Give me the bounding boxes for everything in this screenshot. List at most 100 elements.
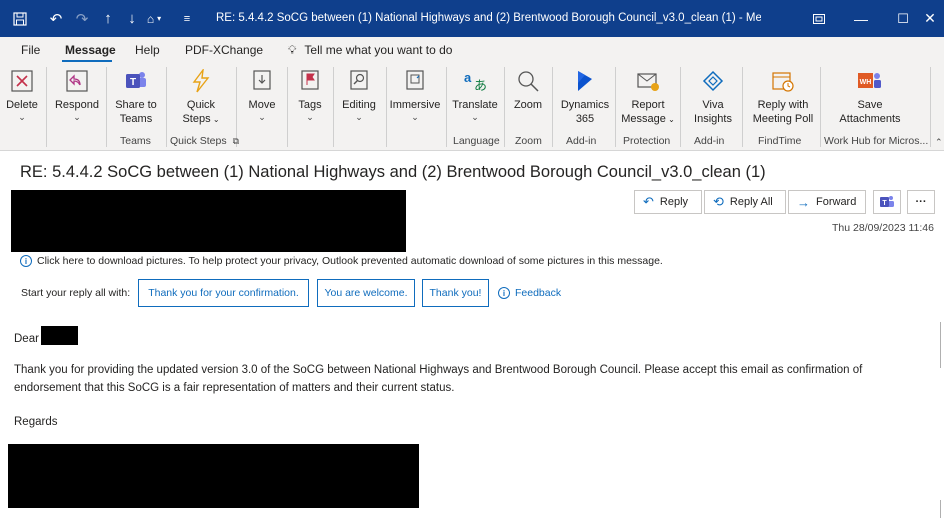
divider [446,67,447,147]
delete-button[interactable]: Delete ⌄ [4,65,40,135]
respond-icon [64,68,90,94]
move-label: Move [248,99,276,111]
chevron-down-icon: ⌄ [18,112,26,122]
tab-help[interactable]: Help [135,43,160,57]
divider [46,67,47,147]
respond-button[interactable]: Respond ⌄ [55,65,99,135]
teams-icon: T [123,68,149,94]
quick-steps-button[interactable]: Quick Steps ⌄ [180,65,222,135]
dynamics-365-button[interactable]: Dynamics 365 [560,65,610,135]
dialog-launcher-icon[interactable]: ⧉ [233,136,239,146]
reply-button[interactable]: ↶ Reply [634,190,702,214]
immersive-button[interactable]: Immersive ⌄ [390,65,440,135]
chevron-down-icon: ⌄ [471,112,479,122]
tab-message[interactable]: Message [65,43,116,57]
undo-icon[interactable]: ↶ [44,0,68,37]
close-button[interactable]: ✕ [916,0,944,37]
suggested-replies-label: Start your reply all with: [21,287,131,299]
feedback-link[interactable]: i Feedback [498,287,561,299]
group-label-zoom: Zoom [515,135,542,147]
zoom-icon [515,68,541,94]
ribbon-display-options-icon[interactable] [798,0,840,37]
reply-all-button[interactable]: ⟲ Reply All [704,190,786,214]
report-message-button[interactable]: Report Message ⌄ [621,65,675,135]
zoom-label: Zoom [513,99,543,111]
download-pictures-infobar[interactable]: i Click here to download pictures. To hel… [20,255,663,267]
suggested-reply-1[interactable]: Thank you for your confirmation. [138,279,309,307]
menu-bar: File Message Help PDF-XChange 💡︎ Tell me … [0,37,944,63]
save-attachments-label: Save Attachments [839,99,901,125]
info-icon: i [498,287,510,299]
tab-file[interactable]: File [21,43,40,57]
translate-label: Translate [452,99,498,111]
attach-icon[interactable]: ⌂ ▾ [142,0,166,37]
forward-label: Forward [816,196,857,208]
customize-quick-access-icon[interactable]: ≡ [178,0,196,37]
divider [680,67,681,147]
infobar-text: Click here to download pictures. To help… [37,255,663,267]
minimize-button[interactable]: — [840,0,882,37]
reply-all-label: Reply All [729,196,773,208]
divider [930,67,931,147]
zoom-button[interactable]: Zoom [510,65,546,135]
immersive-reader-icon [402,68,428,94]
save-attachments-button[interactable]: WH Save Attachments [830,65,910,135]
divider [504,67,505,147]
group-label-add-in: Add-in [566,135,597,147]
delete-label: Delete [6,99,38,111]
next-item-icon[interactable]: ↓ [120,0,144,37]
tell-me-search[interactable]: 💡︎ Tell me what you want to do [288,43,452,58]
suggested-reply-3[interactable]: Thank you! [422,279,489,307]
reply-icon: ↶ [643,194,654,209]
tags-button[interactable]: Tags ⌄ [294,65,326,135]
svg-text:WH: WH [860,79,872,86]
feedback-label: Feedback [515,287,562,299]
forward-button[interactable]: → Forward [788,190,866,214]
reply-meeting-poll-label: Reply with Meeting Poll [752,99,814,125]
report-message-label: Report Message ⌄ [621,99,675,125]
divider [287,67,288,147]
dynamics-icon [572,68,598,94]
translate-icon: aあ [462,68,488,94]
share-to-teams-button[interactable]: T Share to Teams [113,65,159,135]
body-line-2: endorsement that this SoCG is a fair rep… [14,382,455,394]
redo-icon[interactable]: ↷ [70,0,94,37]
reply-meeting-poll-button[interactable]: Reply with Meeting Poll [750,65,816,135]
chevron-down-icon: ⌄ [73,112,81,122]
previous-item-icon[interactable]: ↑ [96,0,120,37]
tab-pdf-xchange[interactable]: PDF-XChange [185,43,263,57]
quick-steps-label: Quick Steps ⌄ [182,99,220,125]
work-hub-icon: WH [857,68,883,94]
redacted-sender [11,190,406,252]
move-button[interactable]: Move ⌄ [244,65,280,135]
scrollbar-thumb[interactable] [940,500,944,518]
forward-icon: → [797,194,810,210]
collapse-ribbon-icon[interactable]: ⌃ [935,137,943,148]
tags-label: Tags [298,99,322,111]
greeting: Dear [14,333,39,345]
suggested-reply-2[interactable]: You are welcome. [317,279,415,307]
svg-text:a: a [464,70,472,85]
share-to-teams-label: Share to Teams [115,99,157,125]
svg-text:T: T [882,200,887,207]
viva-insights-button[interactable]: Viva Insights [692,65,734,135]
tell-me-text: Tell me what you want to do [304,43,453,57]
lightbulb-icon: 💡︎ [288,43,297,57]
chevron-down-icon: ⌄ [411,112,419,122]
teams-share-button[interactable]: T [873,190,901,214]
editing-button[interactable]: Editing ⌄ [339,65,379,135]
more-actions-button[interactable]: ··· [907,190,935,214]
scrollbar-track[interactable] [940,322,944,368]
chevron-down-icon: ⌄ [355,112,363,122]
chevron-down-icon: ⌄ [306,112,314,122]
immersive-label: Immersive [389,99,441,111]
save-icon[interactable] [8,0,32,37]
group-label-findtime: FindTime [758,135,802,147]
group-label-teams: Teams [120,135,151,147]
group-label-add-in-2: Add-in [694,135,725,147]
divider [820,67,821,147]
window-title: RE: 5.4.4.2 SoCG between (1) National Hi… [216,12,761,24]
divider [333,67,334,147]
chevron-down-icon: ⌄ [258,112,266,122]
translate-button[interactable]: aあ Translate ⌄ [452,65,498,135]
